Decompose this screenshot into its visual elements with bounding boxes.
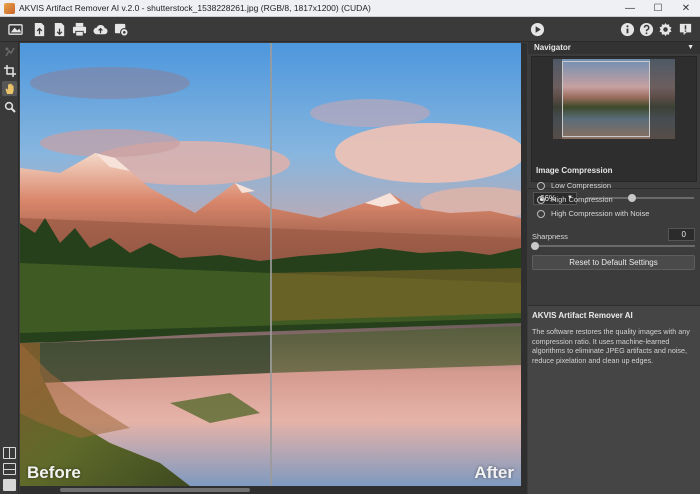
reset-default-button[interactable]: Reset to Default Settings [532, 255, 695, 270]
help-icon[interactable] [638, 21, 655, 38]
share-cloud-icon[interactable] [92, 21, 109, 38]
navigator-viewport-frame[interactable] [562, 61, 650, 137]
batch-settings-icon[interactable] [113, 21, 130, 38]
crop-icon[interactable] [2, 63, 17, 78]
radio-high-compression-noise[interactable]: High Compression with Noise [537, 209, 649, 218]
before-label: Before [27, 463, 81, 482]
save-file-icon[interactable] [51, 21, 68, 38]
title-bar: AKVIS Artifact Remover AI v.2.0 - shutte… [0, 0, 700, 17]
zoom-icon[interactable] [2, 99, 17, 114]
app-window: AKVIS Artifact Remover AI v.2.0 - shutte… [0, 0, 700, 494]
sharpness-input[interactable]: 0 [668, 228, 695, 241]
main-toolbar [0, 17, 700, 42]
before-after-divider[interactable] [270, 43, 272, 486]
play-icon[interactable] [529, 21, 546, 38]
clone-tool-icon[interactable] [2, 44, 17, 59]
info-area: AKVIS Artifact Remover AI The software r… [528, 305, 700, 494]
radio-button[interactable] [537, 181, 545, 190]
image-compression-title: Image Compression [536, 166, 613, 175]
single-view-icon[interactable] [3, 479, 16, 491]
gear-icon[interactable] [657, 21, 674, 38]
sharpness-label: Sharpness [532, 232, 568, 241]
vertical-scrollbar[interactable] [521, 43, 527, 494]
print-icon[interactable] [71, 21, 88, 38]
split-view-icon[interactable] [3, 447, 16, 459]
home-icon[interactable] [7, 21, 24, 38]
settings-panel: Navigator ▼ 66% ▼ Image Compression Low … [528, 42, 700, 494]
sharpness-slider-knob[interactable] [531, 242, 539, 250]
radio-button[interactable] [537, 195, 545, 204]
akvis-app-icon [4, 2, 15, 14]
navigator-title: Navigator [534, 43, 571, 52]
close-button[interactable]: ✕ [672, 0, 700, 17]
sharpness-slider[interactable] [534, 245, 695, 247]
horizontal-scrollbar[interactable] [20, 486, 521, 494]
info-title: AKVIS Artifact Remover AI [532, 311, 633, 320]
chevron-down-icon[interactable]: ▼ [687, 42, 694, 54]
open-file-icon[interactable] [31, 21, 48, 38]
zoom-slider-knob[interactable] [628, 194, 636, 202]
window-title: AKVIS Artifact Remover AI v.2.0 - shutte… [19, 3, 371, 13]
radio-button[interactable] [537, 209, 545, 218]
navigator-header[interactable]: Navigator ▼ [528, 42, 700, 54]
maximize-button[interactable]: ☐ [644, 0, 672, 17]
navigator-preview[interactable] [531, 56, 697, 182]
minimize-button[interactable]: — [616, 0, 644, 17]
tool-strip [0, 42, 19, 494]
notification-icon[interactable] [677, 21, 694, 38]
hand-icon[interactable] [2, 81, 17, 96]
radio-high-compression[interactable]: High Compression [537, 195, 613, 204]
info-icon[interactable] [619, 21, 636, 38]
image-canvas[interactable]: Before After [20, 43, 521, 486]
scrollbar-thumb[interactable] [60, 488, 250, 492]
two-windows-view-icon[interactable] [3, 463, 16, 475]
info-description: The software restores the quality images… [532, 327, 690, 365]
radio-low-compression[interactable]: Low Compression [537, 181, 611, 190]
after-label: After [474, 463, 514, 482]
